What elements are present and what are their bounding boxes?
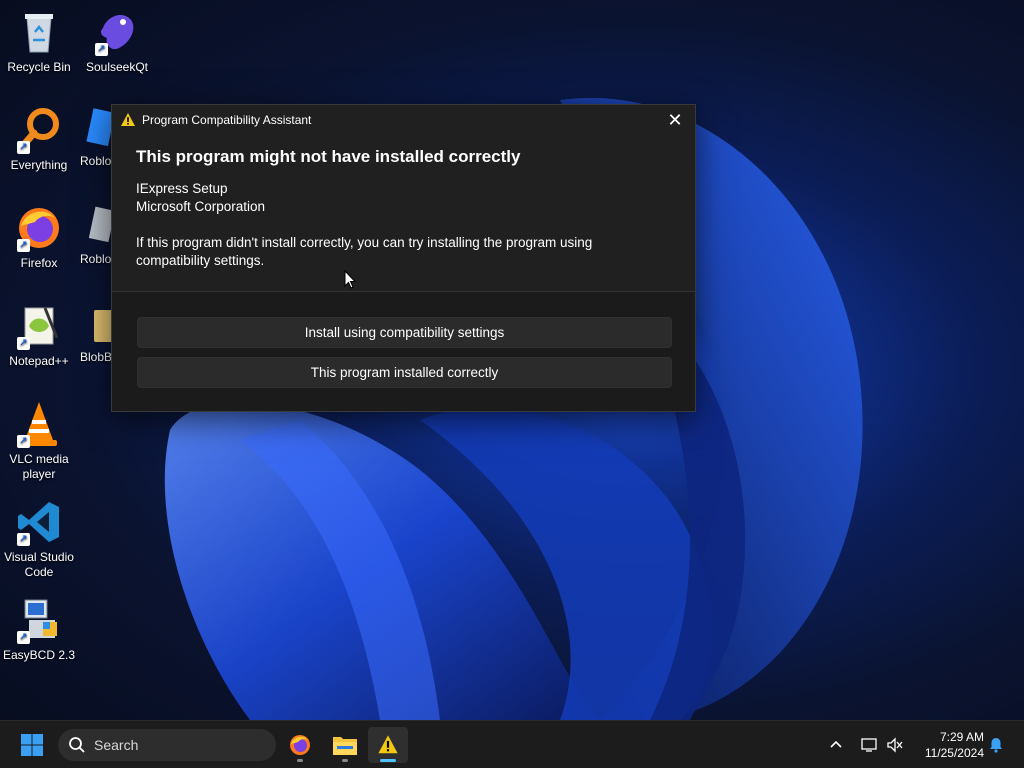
warning-icon bbox=[378, 735, 398, 754]
desktop-icon-vlc[interactable]: ↗ VLC media player bbox=[2, 400, 76, 482]
desktop-icon-soulseekqt[interactable]: ↗ SoulseekQt bbox=[80, 8, 154, 75]
desktop-icon-notepadpp[interactable]: ↗ Notepad++ bbox=[2, 302, 76, 369]
desktop-icon-easybcd[interactable]: ↗ EasyBCD 2.3 bbox=[2, 596, 76, 663]
shortcut-arrow-icon: ↗ bbox=[17, 533, 30, 546]
show-hidden-icons[interactable] bbox=[828, 721, 844, 768]
vlc-cone-icon: ↗ bbox=[15, 400, 63, 448]
desktop-icon-label: BlobB bbox=[80, 350, 113, 364]
search-icon bbox=[69, 737, 85, 753]
clock-date: 11/25/2024 bbox=[924, 746, 984, 760]
shortcut-arrow-icon: ↗ bbox=[95, 43, 108, 56]
close-icon[interactable]: ✕ bbox=[655, 105, 695, 135]
compatibility-assistant-dialog: Program Compatibility Assistant ✕ This p… bbox=[111, 104, 696, 412]
easybcd-icon: ↗ bbox=[15, 596, 63, 644]
warning-icon bbox=[121, 113, 135, 126]
shortcut-arrow-icon: ↗ bbox=[17, 631, 30, 644]
desktop-icon-label: Everything bbox=[10, 158, 68, 172]
folder-icon bbox=[80, 302, 114, 350]
file-explorer-icon bbox=[333, 737, 357, 755]
roblox-icon bbox=[80, 106, 112, 154]
desktop-icon-label: EasyBCD 2.3 bbox=[2, 648, 76, 662]
taskbar: Search 7:29 AM 11/25/2024 bbox=[0, 720, 1024, 768]
shortcut-arrow-icon: ↗ bbox=[17, 239, 30, 252]
desktop-icon-vscode[interactable]: ↗ Visual Studio Code bbox=[2, 498, 76, 580]
desktop-icon-roblox-2[interactable]: Roblo bbox=[80, 204, 112, 267]
taskbar-app-compatibility-assistant[interactable] bbox=[368, 727, 408, 763]
program-name: IExpress Setup bbox=[136, 181, 228, 196]
desktop-icon-label: Roblo bbox=[80, 252, 112, 266]
tray-volume[interactable] bbox=[886, 721, 904, 768]
shortcut-arrow-icon: ↗ bbox=[17, 435, 30, 448]
tray-network[interactable] bbox=[860, 721, 878, 768]
program-publisher: Microsoft Corporation bbox=[136, 199, 266, 214]
desktop-icon-roblox-1[interactable]: Roblo bbox=[80, 106, 112, 169]
notepadpp-icon: ↗ bbox=[15, 302, 63, 350]
windows-start-icon[interactable] bbox=[20, 733, 44, 757]
taskbar-search-box[interactable]: Search bbox=[58, 729, 276, 761]
notifications-button[interactable] bbox=[988, 721, 1004, 768]
desktop-icon-everything[interactable]: ↗ Everything bbox=[2, 106, 76, 173]
taskbar-app-firefox[interactable] bbox=[280, 727, 320, 763]
dialog-button-area: Install using compatibility settings Thi… bbox=[112, 292, 695, 411]
desktop-icon-firefox[interactable]: ↗ Firefox bbox=[2, 204, 76, 271]
desktop-icon-label: Recycle Bin bbox=[7, 60, 71, 74]
clock-time: 7:29 AM bbox=[939, 730, 984, 744]
firefox-icon bbox=[290, 735, 310, 755]
dialog-heading: This program might not have installed co… bbox=[136, 147, 521, 166]
dialog-description: If this program didn't install correctly… bbox=[136, 235, 593, 268]
magnifier-orange-icon: ↗ bbox=[15, 106, 63, 154]
active-indicator bbox=[380, 759, 396, 762]
shortcut-arrow-icon: ↗ bbox=[17, 337, 30, 350]
desktop-icon-label: SoulseekQt bbox=[85, 60, 149, 74]
desktop-icon-label: Roblo bbox=[80, 154, 112, 168]
taskbar-clock[interactable]: 7:29 AM 11/25/2024 bbox=[925, 729, 984, 761]
volume-muted-icon bbox=[887, 737, 903, 753]
recycle-bin-icon bbox=[15, 8, 63, 56]
desktop-icon-label: Notepad++ bbox=[9, 354, 69, 368]
install-compatibility-button[interactable]: Install using compatibility settings bbox=[137, 317, 672, 348]
desktop-icon-label: VLC media player bbox=[9, 452, 69, 481]
search-label: Search bbox=[94, 737, 139, 753]
roblox-studio-icon bbox=[80, 204, 112, 252]
vscode-icon: ↗ bbox=[15, 498, 63, 546]
firefox-icon: ↗ bbox=[15, 204, 63, 252]
soulseek-bird-icon: ↗ bbox=[93, 8, 141, 56]
shortcut-arrow-icon: ↗ bbox=[17, 141, 30, 154]
desktop-icon-recycle-bin[interactable]: Recycle Bin bbox=[2, 8, 76, 75]
dialog-title: Program Compatibility Assistant bbox=[142, 113, 312, 127]
running-indicator bbox=[342, 759, 348, 762]
desktop-icon-label: Firefox bbox=[20, 256, 58, 270]
taskbar-app-file-explorer[interactable] bbox=[325, 727, 365, 763]
desktop-icon-blobb[interactable]: BlobB bbox=[80, 302, 114, 365]
network-icon bbox=[861, 738, 877, 752]
desktop-icon-label: Visual Studio Code bbox=[4, 550, 74, 579]
running-indicator bbox=[297, 759, 303, 762]
dialog-titlebar[interactable]: Program Compatibility Assistant ✕ bbox=[112, 105, 695, 135]
installed-correctly-button[interactable]: This program installed correctly bbox=[137, 357, 672, 388]
mouse-cursor-icon bbox=[344, 270, 356, 289]
bell-icon bbox=[990, 738, 1002, 753]
chevron-up-icon bbox=[830, 740, 842, 748]
